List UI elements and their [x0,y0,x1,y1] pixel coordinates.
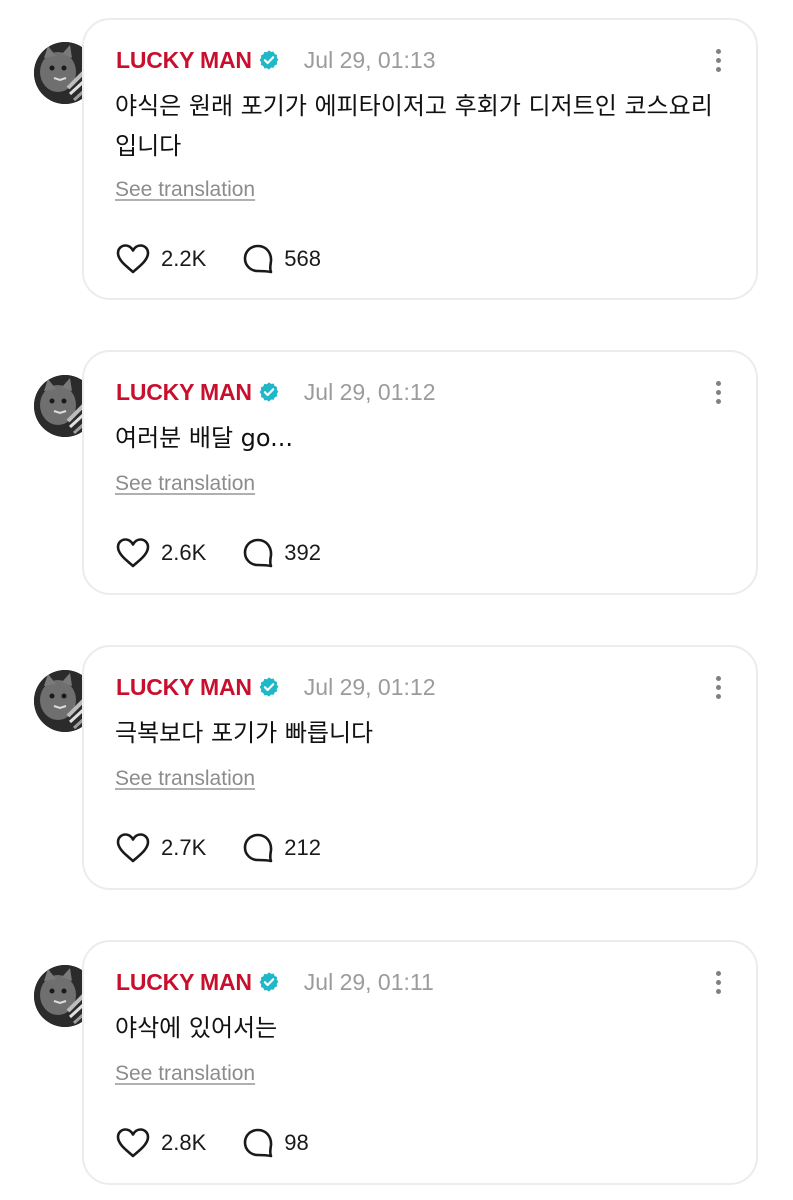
verified-badge-icon [258,381,280,403]
verified-badge-icon [258,971,280,993]
heart-icon [116,538,150,568]
post-text: 야삭에 있어서는 [115,1014,278,1042]
speech-bubble-icon [243,1128,273,1158]
reply-count: 212 [284,835,321,860]
post-actions: 2.8K 98 [115,1127,309,1159]
post-actions: 2.2K 568 [115,243,321,275]
more-vertical-icon[interactable] [706,44,730,76]
see-translation-link[interactable]: See translation [115,472,255,496]
post-card[interactable]: LUCKY MAN Jul 29, 01:11 야삭에 있어서는 See tra… [82,940,758,1185]
more-vertical-icon[interactable] [706,966,730,998]
like-count: 2.6K [161,540,207,565]
reply-button[interactable]: 98 [242,1127,309,1159]
like-button[interactable]: 2.8K [115,1127,206,1159]
like-count: 2.2K [161,246,207,271]
speech-bubble-icon [243,538,273,568]
post-timestamp: Jul 29, 01:12 [303,673,436,700]
author-name[interactable]: LUCKY MAN [116,674,252,701]
heart-icon [116,1128,150,1158]
author-name[interactable]: LUCKY MAN [116,47,252,74]
speech-bubble-icon [243,244,273,274]
reply-count: 98 [284,1130,309,1155]
post-card[interactable]: LUCKY MAN Jul 29, 01:12 극복보다 포기가 빠릅니다 Se… [82,645,758,890]
like-button[interactable]: 2.7K [115,832,206,864]
post-text: 여러분 배달 go... [115,424,294,452]
reply-count: 568 [284,246,321,271]
like-button[interactable]: 2.6K [115,537,206,569]
post-timestamp: Jul 29, 01:11 [303,968,434,995]
post-text: 극복보다 포기가 빠릅니다 [115,719,374,747]
see-translation-link[interactable]: See translation [115,1062,255,1086]
reply-count: 392 [284,540,321,565]
reply-button[interactable]: 212 [242,832,321,864]
verified-badge-icon [258,49,280,71]
post-timestamp: Jul 29, 01:12 [303,378,436,405]
post-actions: 2.6K 392 [115,537,321,569]
post-header: LUCKY MAN Jul 29, 01:12 [116,671,436,703]
speech-bubble-icon [243,833,273,863]
heart-icon [116,833,150,863]
heart-icon [116,244,150,274]
see-translation-link[interactable]: See translation [115,767,255,791]
more-vertical-icon[interactable] [706,671,730,703]
like-count: 2.8K [161,1130,207,1155]
like-count: 2.7K [161,835,207,860]
post-timestamp: Jul 29, 01:13 [303,46,436,73]
post-card[interactable]: LUCKY MAN Jul 29, 01:13 야식은 원래 포기가 에피타이저… [82,18,758,300]
post-header: LUCKY MAN Jul 29, 01:11 [116,966,434,998]
post-text: 야식은 원래 포기가 에피타이저고 후회가 디저트인 코스요리 입니다 [115,92,713,160]
reply-button[interactable]: 568 [242,243,321,275]
author-name[interactable]: LUCKY MAN [116,379,252,406]
post-header: LUCKY MAN Jul 29, 01:12 [116,376,436,408]
see-translation-link[interactable]: See translation [115,178,255,202]
author-name[interactable]: LUCKY MAN [116,969,252,996]
post-card[interactable]: LUCKY MAN Jul 29, 01:12 여러분 배달 go... See… [82,350,758,595]
like-button[interactable]: 2.2K [115,243,206,275]
reply-button[interactable]: 392 [242,537,321,569]
post-header: LUCKY MAN Jul 29, 01:13 [116,44,436,76]
post-actions: 2.7K 212 [115,832,321,864]
verified-badge-icon [258,676,280,698]
more-vertical-icon[interactable] [706,376,730,408]
